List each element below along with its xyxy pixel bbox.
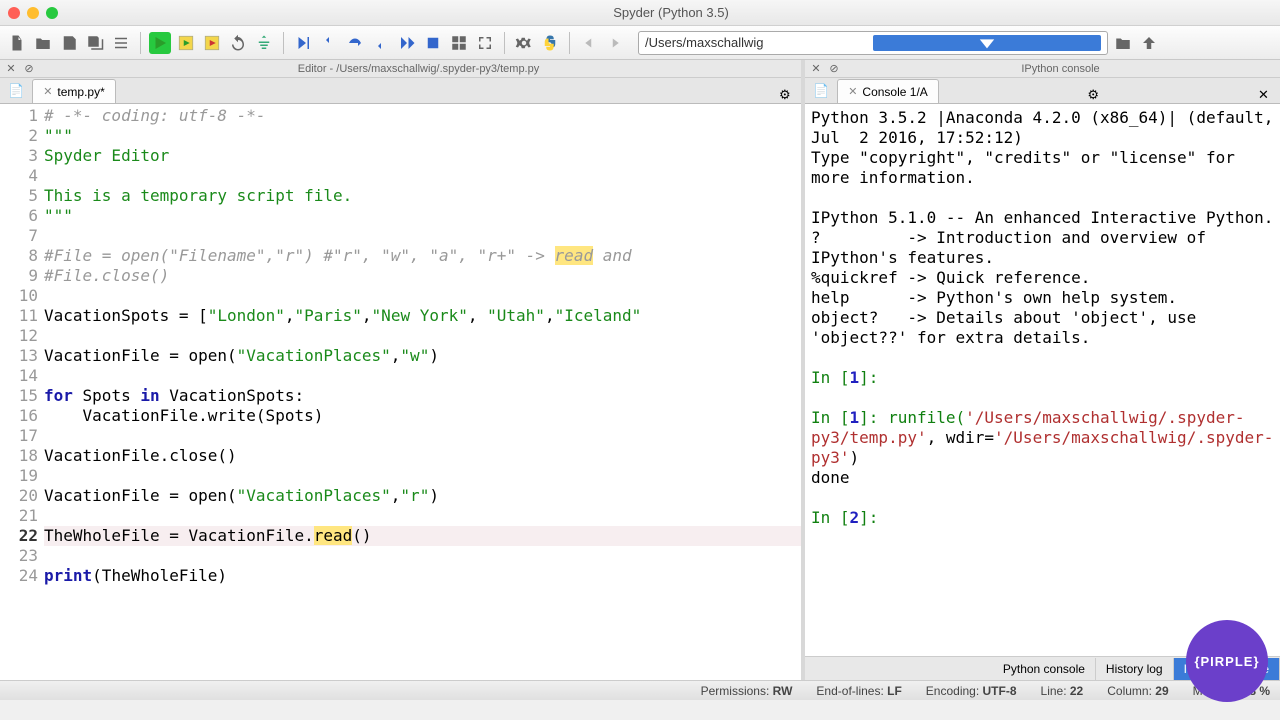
history-log-tab[interactable]: History log [1096,658,1174,680]
maximize-pane-button[interactable] [474,32,496,54]
console-options-icon[interactable]: ⚙ [1087,87,1103,103]
debug-into-button[interactable] [318,32,340,54]
window-titlebar: Spyder (Python 3.5) [0,0,1280,26]
console-pane: ✕ ⊘ IPython console 📄 ✕ Console 1/A ⚙ ✕ … [805,60,1280,680]
status-line: Line: 22 [1041,684,1084,698]
rerun-button[interactable] [227,32,249,54]
code-editor[interactable]: 123456789101112131415161718192021222324 … [0,104,801,680]
layout-button[interactable] [448,32,470,54]
browse-dir-button[interactable] [1112,32,1134,54]
pythonpath-button[interactable] [539,32,561,54]
tab-list-icon[interactable]: 📄 [8,83,24,99]
console-tab[interactable]: ✕ Console 1/A [837,79,939,103]
editor-options-icon[interactable]: ⚙ [779,87,795,103]
console-undock-icon[interactable]: ⊘ [827,62,841,76]
debug-button[interactable] [253,32,275,54]
console-tab-close-icon[interactable]: ✕ [848,85,857,98]
status-encoding: Encoding: UTF-8 [926,684,1017,698]
editor-tab-label: temp.py* [57,85,104,99]
editor-header: Editor - /Users/maxschallwig/.spyder-py3… [36,63,801,75]
run-cell-button[interactable] [175,32,197,54]
console-header: IPython console [841,63,1280,75]
console-close-icon[interactable]: ✕ [809,62,823,76]
new-file-button[interactable] [6,32,28,54]
editor-pane: ✕ ⊘ Editor - /Users/maxschallwig/.spyder… [0,60,805,680]
ipython-console[interactable]: Python 3.5.2 |Anaconda 4.2.0 (x86_64)| (… [805,104,1280,656]
open-file-button[interactable] [32,32,54,54]
editor-undock-icon[interactable]: ⊘ [22,62,36,76]
minimize-window[interactable] [27,7,39,19]
console-list-icon[interactable]: 📄 [813,83,829,99]
editor-close-icon[interactable]: ✕ [4,62,18,76]
debug-stop-button[interactable] [422,32,444,54]
parent-dir-button[interactable] [1138,32,1160,54]
save-all-button[interactable] [84,32,106,54]
python-console-tab[interactable]: Python console [993,658,1096,680]
editor-tab[interactable]: ✕ temp.py* [32,79,116,103]
pirple-badge: {PIRPLE} [1186,620,1268,702]
working-dir-input[interactable]: /Users/maxschallwig [638,31,1108,55]
debug-step-button[interactable] [292,32,314,54]
run-cell-advance-button[interactable] [201,32,223,54]
console-stop-icon[interactable]: ✕ [1258,87,1274,103]
tab-close-icon[interactable]: ✕ [43,85,52,98]
working-dir-value: /Users/maxschallwig [645,35,873,50]
status-permissions: Permissions: RW [701,684,793,698]
status-eol: End-of-lines: LF [816,684,901,698]
main-toolbar: /Users/maxschallwig [0,26,1280,60]
back-button[interactable] [578,32,600,54]
debug-over-button[interactable] [344,32,366,54]
window-title: Spyder (Python 3.5) [70,5,1272,20]
debug-continue-button[interactable] [396,32,418,54]
working-dir-dropdown[interactable] [873,35,1101,51]
status-bar: Permissions: RW End-of-lines: LF Encodin… [0,680,1280,700]
status-column: Column: 29 [1107,684,1168,698]
debug-out-button[interactable] [370,32,392,54]
run-button[interactable] [149,32,171,54]
console-tab-label: Console 1/A [862,85,927,99]
preferences-button[interactable] [513,32,535,54]
save-button[interactable] [58,32,80,54]
forward-button[interactable] [604,32,626,54]
maximize-window[interactable] [46,7,58,19]
close-window[interactable] [8,7,20,19]
outline-button[interactable] [110,32,132,54]
